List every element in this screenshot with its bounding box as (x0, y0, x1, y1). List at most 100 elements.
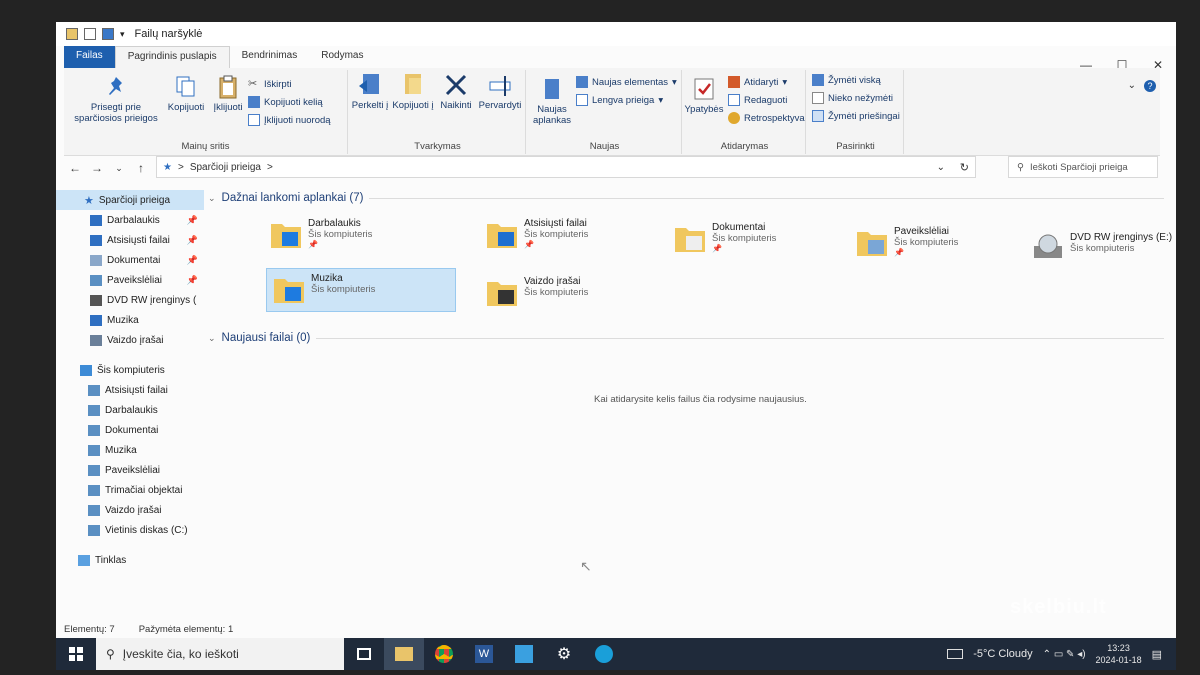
properties-icon[interactable] (84, 28, 96, 40)
delete-button[interactable]: Naikinti (436, 72, 476, 112)
chevron-down-icon[interactable]: ⌄ (108, 163, 130, 174)
nav-quick-item[interactable]: Dokumentai 📌 (56, 250, 204, 270)
chevron-down-icon[interactable]: ▾ (120, 29, 125, 40)
pin-icon[interactable]: 📌 (894, 248, 958, 257)
new-item-button[interactable]: Naujas elementas ▾ (576, 76, 677, 88)
copy-path-button[interactable]: Kopijuoti kelią (248, 96, 323, 108)
address-bar[interactable]: ★ > Sparčioji prieiga > ⌄ ↻ (156, 156, 976, 178)
weather-icon[interactable] (947, 649, 964, 659)
nav-pc-item[interactable]: Darbalaukis (56, 400, 204, 420)
folder-icon (88, 464, 100, 476)
quick-access-toolbar: ▾ (56, 28, 125, 40)
nav-pc-item[interactable]: Vaizdo įrašai (56, 500, 204, 520)
folder-icon (90, 214, 102, 226)
start-button[interactable] (56, 638, 96, 670)
pin-icon[interactable]: 📌 (712, 244, 776, 253)
open-button[interactable]: Atidaryti ▾ (728, 76, 787, 88)
nav-pc-item[interactable]: Vietinis diskas (C:) (56, 520, 204, 540)
folder-tile[interactable]: Dokumentai Šis kompiuteris 📌 (668, 218, 858, 262)
divider (316, 337, 1164, 339)
back-arrow-icon[interactable]: ← (64, 161, 86, 175)
cut-button[interactable]: ✂ Iškirpti (248, 78, 291, 90)
rename-button[interactable]: Pervardyti (476, 72, 524, 112)
recent-files-header[interactable]: ⌄ Naujausi failai (0) (208, 332, 1164, 344)
tab-failas[interactable]: Failas (64, 46, 115, 68)
pin-icon[interactable]: 📌 (187, 275, 198, 286)
address-path[interactable]: Sparčioji prieiga (190, 162, 261, 173)
up-arrow-icon[interactable]: ↑ (130, 161, 152, 175)
move-to-button[interactable]: Perkelti į (350, 72, 390, 112)
nav-pc-item[interactable]: Muzika (56, 440, 204, 460)
folder-icon (90, 294, 102, 306)
folder-tile[interactable]: Darbalaukis Šis kompiuteris 📌 (264, 214, 454, 258)
taskbar-search-input[interactable]: ⚲ Įveskite čia, ko ieškoti (96, 638, 344, 670)
chevron-down-icon[interactable]: ⌄ (1128, 80, 1136, 91)
edit-button[interactable]: Redaguoti (728, 94, 787, 106)
nav-quick-access[interactable]: ★ Sparčioji prieiga (56, 190, 204, 210)
copy-button[interactable]: Kopijuoti (164, 74, 208, 114)
easy-access-button[interactable]: Lengva prieiga ▾ (576, 94, 663, 106)
folder-tile[interactable]: Muzika Šis kompiuteris (266, 268, 456, 312)
nav-quick-item[interactable]: Darbalaukis 📌 (56, 210, 204, 230)
nav-quick-item[interactable]: Muzika (56, 310, 204, 330)
pin-icon[interactable]: 📌 (187, 215, 198, 226)
new-folder-button[interactable]: Naujas aplankas (530, 76, 574, 127)
tray-icons[interactable]: ⌃ ▭ ✎ ◂) (1043, 649, 1086, 660)
folder-icon (88, 404, 100, 416)
frequent-folders-header[interactable]: ⌄ Dažnai lankomi aplankai (7) (208, 192, 1164, 204)
nav-quick-item[interactable]: Atsisiųsti failai 📌 (56, 230, 204, 250)
paste-button[interactable]: Įklijuoti (208, 74, 248, 114)
taskbar-settings[interactable]: ⚙ (544, 638, 584, 670)
tab-pagrindinis[interactable]: Pagrindinis puslapis (114, 46, 230, 68)
tab-rodymas[interactable]: Rodymas (309, 46, 375, 68)
pin-icon[interactable]: 📌 (308, 240, 372, 249)
copy-to-button[interactable]: Kopijuoti į (390, 72, 436, 112)
search-input[interactable]: ⚲ Ieškoti Sparčioji prieiga (1008, 156, 1158, 178)
window-title: Failų naršyklė (134, 28, 203, 40)
nav-quick-item[interactable]: Paveikslėliai 📌 (56, 270, 204, 290)
forward-arrow-icon[interactable]: → (86, 161, 108, 175)
shortcut-icon (248, 114, 260, 126)
address-separator: > (177, 161, 184, 173)
nav-network[interactable]: Tinklas (56, 550, 204, 570)
folder-icon (274, 279, 304, 303)
main-content: ⌄ Dažnai lankomi aplankai (7) Darbalauki… (204, 188, 1172, 632)
nav-pc-item[interactable]: Paveikslėliai (56, 460, 204, 480)
folder-tile[interactable]: Vaizdo įrašai Šis kompiuteris (480, 272, 670, 316)
select-none-button[interactable]: Nieko nežymėti (812, 92, 893, 104)
taskbar-file-explorer[interactable] (384, 638, 424, 670)
windows-icon (69, 647, 83, 661)
taskbar-chrome[interactable] (424, 638, 464, 670)
chevron-down-icon[interactable]: ⌄ (937, 162, 945, 173)
refresh-icon[interactable]: ↻ (960, 161, 969, 174)
invert-selection-button[interactable]: Žymėti priešingai (812, 110, 900, 122)
notifications-icon[interactable]: ▤ (1152, 648, 1162, 661)
folder-tile[interactable]: Paveikslėliai Šis kompiuteris 📌 (850, 222, 1040, 266)
select-all-button[interactable]: Žymėti viską (812, 74, 881, 86)
nav-pc-item[interactable]: Trimačiai objektai (56, 480, 204, 500)
folder-tile[interactable]: DVD RW įrenginys (E:) Šis kompiuteris (1026, 228, 1176, 272)
help-icon[interactable]: ? (1144, 80, 1156, 92)
taskbar-photos[interactable] (504, 638, 544, 670)
weather-text[interactable]: -5°C Cloudy (973, 648, 1032, 660)
new-folder-icon[interactable] (102, 28, 114, 40)
folder-tile[interactable]: Atsisiųsti failai Šis kompiuteris 📌 (480, 214, 670, 258)
taskbar-edge[interactable] (584, 638, 624, 670)
nav-pc-item[interactable]: Dokumentai (56, 420, 204, 440)
task-view-button[interactable] (344, 638, 384, 670)
nav-this-pc[interactable]: Šis kompiuteris (56, 360, 204, 380)
nav-quick-item[interactable]: Vaizdo įrašai (56, 330, 204, 350)
pin-icon[interactable]: 📌 (187, 235, 198, 246)
history-button[interactable]: Retrospektyva (728, 112, 805, 124)
pin-button[interactable]: Prisegti prie sparčiosios prieigos (68, 74, 164, 125)
taskbar-word[interactable]: W (464, 638, 504, 670)
clock[interactable]: 13:23 2024-01-18 (1096, 642, 1142, 666)
pin-icon[interactable]: 📌 (187, 255, 198, 266)
pin-icon[interactable]: 📌 (524, 240, 588, 249)
tab-bendrinimas[interactable]: Bendrinimas (230, 46, 310, 68)
nav-pc-item[interactable]: Atsisiųsti failai (56, 380, 204, 400)
nav-quick-item[interactable]: DVD RW įrenginys ( (56, 290, 204, 310)
folder-icon[interactable] (66, 28, 78, 40)
paste-shortcut-button[interactable]: Įklijuoti nuorodą (248, 114, 331, 126)
properties-button[interactable]: Ypatybės (684, 76, 724, 116)
